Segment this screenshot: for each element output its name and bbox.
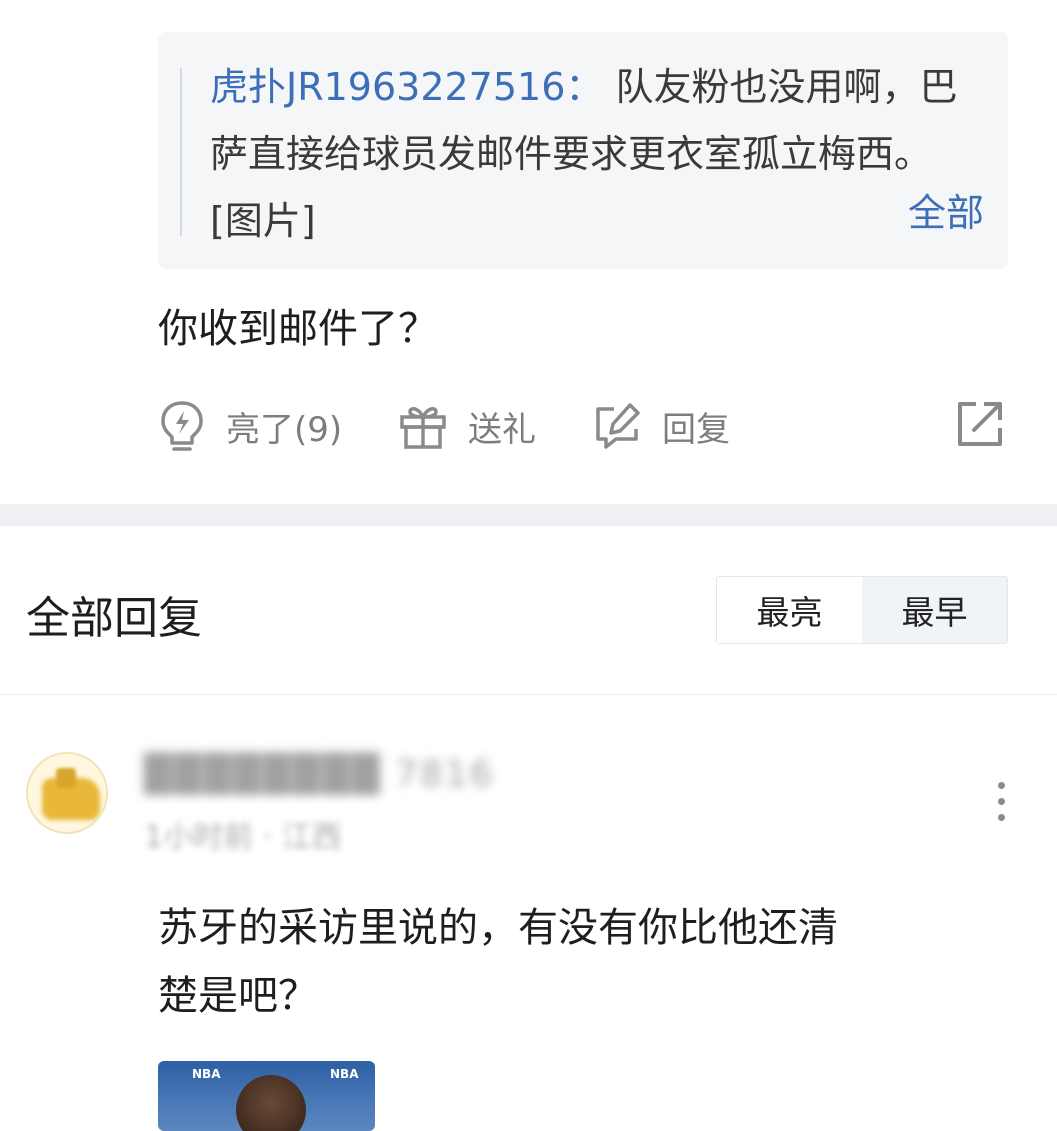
reply-label: 回复 (662, 409, 730, 450)
share-button[interactable] (956, 400, 1004, 452)
edit-comment-icon (596, 403, 640, 449)
sort-option-brightest[interactable]: 最亮 (717, 577, 862, 643)
gift-label: 送礼 (468, 409, 536, 450)
quoted-reply[interactable]: 虎扑JR1963227516： 队友粉也没用啊，巴萨直接给球员发邮件要求更衣室孤… (158, 32, 1008, 269)
sort-option-earliest[interactable]: 最早 (862, 577, 1007, 643)
quote-bar (180, 68, 182, 236)
comment-image[interactable]: NBA NBA (158, 1061, 375, 1131)
quoted-reply-text: 虎扑JR1963227516： 队友粉也没用啊，巴萨直接给球员发邮件要求更衣室孤… (210, 54, 980, 255)
more-options-button[interactable] (992, 780, 1012, 824)
more-dot (998, 798, 1005, 805)
nba-logo-right: NBA (330, 1067, 359, 1081)
quoted-reply-author[interactable]: 虎扑JR1963227516： (210, 65, 603, 109)
reply-text: 你收到邮件了？ (158, 306, 438, 352)
more-dot (998, 814, 1005, 821)
like-button[interactable]: 亮了(9) (158, 396, 342, 456)
all-replies-title: 全部回复 (26, 593, 202, 644)
comment-username[interactable]: ████████ 7816 (144, 754, 495, 795)
like-count-label: 亮了(9) (226, 409, 343, 450)
sort-toggle: 最亮 最早 (716, 576, 1008, 644)
more-dot (998, 782, 1005, 789)
comment-text: 苏牙的采访里说的，有没有你比他还清 楚是吧？ (158, 894, 1018, 1030)
nba-logo-left: NBA (192, 1067, 221, 1081)
header-divider (0, 694, 1057, 695)
comment-text-line-2: 楚是吧？ (158, 973, 318, 1019)
image-person (236, 1075, 306, 1131)
section-divider (0, 504, 1057, 526)
avatar[interactable] (26, 752, 108, 834)
comment-meta: 1小时前 · 江西 (144, 820, 342, 855)
comment-text-line-1: 苏牙的采访里说的，有没有你比他还清 (158, 905, 838, 951)
expand-quote-link[interactable]: 全部 (908, 182, 984, 237)
avatar-detail (56, 768, 76, 788)
gift-button[interactable]: 送礼 (398, 396, 536, 456)
reply-action-bar: 亮了(9) 送礼 回复 (158, 396, 1008, 456)
share-icon (958, 402, 1002, 446)
lightbulb-icon (161, 401, 203, 451)
gift-icon (400, 407, 446, 449)
reply-button[interactable]: 回复 (592, 396, 730, 456)
